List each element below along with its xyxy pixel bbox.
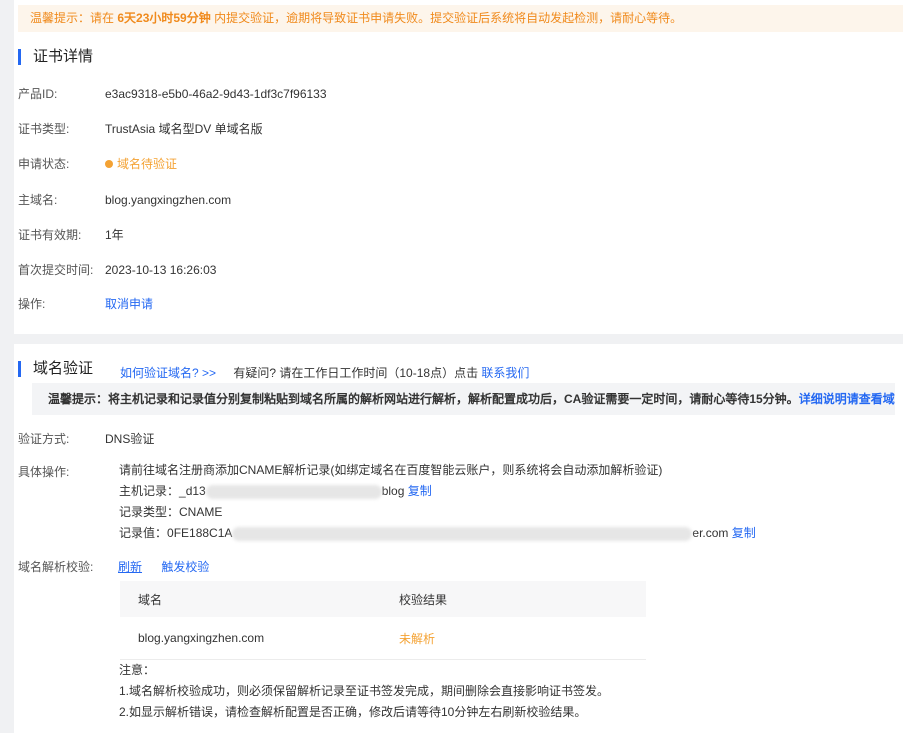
redacted-blur	[205, 484, 382, 499]
warning-banner: 温馨提示：请在 6天23小时59分钟 内提交验证，逾期将导致证书申请失败。提交验…	[18, 5, 903, 32]
record-type-line: 记录类型：CNAME	[119, 502, 756, 523]
table-header-row: 域名 校验结果	[120, 581, 646, 617]
product-id-value: e3ac9318-e5b0-46a2-9d43-1df3c7f96133	[105, 87, 327, 101]
dns-record-instructions: 请前往域名注册商添加CNAME解析记录(如绑定域名在百度智能云账户，则系统将会自…	[119, 460, 756, 544]
host-record-line: 主机记录：_d13 blog 复制	[119, 481, 756, 502]
detail-label: 申请状态:	[18, 157, 70, 171]
column-header-domain: 域名	[120, 581, 383, 617]
copy-record-value-button[interactable]: 复制	[732, 526, 756, 540]
note-item-2: 2.如显示解析错误，请检查解析配置是否正确，修改后请等待10分钟左右刷新校验结果…	[119, 705, 587, 719]
status-value: 域名待验证	[105, 156, 177, 172]
detail-label: 首次提交时间:	[18, 263, 94, 277]
detail-label: 操作:	[18, 297, 46, 311]
verification-process-link[interactable]: 详细说明请查看域名验证流程介绍>>	[799, 392, 895, 406]
ops-intro: 请前往域名注册商添加CNAME解析记录(如绑定域名在百度智能云账户，则系统将会自…	[119, 463, 663, 477]
row-domain: blog.yangxingzhen.com	[120, 617, 383, 660]
validity-value: 1年	[105, 228, 124, 242]
host-record-label: 主机记录：	[119, 484, 180, 498]
banner-prefix: 温馨提示：请在	[30, 11, 115, 25]
how-to-verify-link[interactable]: 如何验证域名? >>	[120, 366, 216, 380]
record-type-label: 记录类型：	[119, 505, 180, 519]
trigger-check-button[interactable]: 触发校验	[161, 560, 209, 574]
note-item-1: 1.域名解析校验成功，则必须保留解析记录至证书签发完成，期间删除会直接影响证书签…	[119, 684, 610, 698]
detail-label: 产品ID:	[18, 87, 58, 101]
detail-label: 主域名:	[18, 193, 58, 207]
record-value-line: 记录值：0FE188C1A er.com 复制	[119, 523, 756, 544]
row-result: 未解析	[383, 617, 646, 660]
contact-us-link[interactable]: 联系我们	[481, 366, 529, 380]
verification-header-links: 如何验证域名? >> 有疑问? 请在工作日工作时间（10-18点）点击 联系我们	[120, 365, 529, 381]
banner-suffix: 内提交验证，逾期将导致证书申请失败。提交验证后系统将自动发起检测，请耐心等待。	[214, 11, 683, 25]
host-record-suffix: blog	[381, 484, 405, 498]
refresh-button[interactable]: 刷新	[118, 560, 142, 574]
status-text: 域名待验证	[117, 157, 178, 171]
status-dot-icon	[105, 160, 113, 168]
copy-host-record-button[interactable]: 复制	[408, 484, 432, 498]
table-row: blog.yangxingzhen.com 未解析	[120, 617, 646, 660]
record-type-value: CNAME	[179, 505, 223, 519]
ops-label: 具体操作:	[18, 465, 70, 479]
record-value-label: 记录值：	[119, 526, 168, 540]
submit-time-value: 2023-10-13 16:26:03	[105, 263, 217, 277]
tip-text: 温馨提示：将主机记录和记录值分别复制粘贴到域名所属的解析网站进行解析，解析配置成…	[48, 392, 799, 406]
domain-verification-title: 域名验证	[18, 361, 93, 377]
notes: 注意： 1.域名解析校验成功，则必须保留解析记录至证书签发完成，期间删除会直接影…	[119, 660, 609, 723]
verify-method-label: 验证方式:	[18, 432, 70, 446]
dns-check-table: 域名 校验结果 blog.yangxingzhen.com 未解析	[120, 581, 646, 660]
verify-method-value: DNS验证	[105, 432, 155, 446]
detail-label: 证书类型:	[18, 122, 70, 136]
record-value-prefix: 0FE188C1A	[167, 526, 233, 540]
certificate-details-title: 证书详情	[18, 49, 93, 65]
question-text: 有疑问? 请在工作日工作时间（10-18点）点击	[233, 366, 479, 380]
dns-check-label: 域名解析校验:	[18, 560, 94, 574]
banner-countdown: 6天23小时59分钟	[117, 11, 211, 25]
note-title: 注意：	[119, 663, 156, 677]
cert-type-value: TrustAsia 域名型DV 单域名版	[105, 122, 263, 136]
detail-label: 证书有效期:	[18, 228, 82, 242]
cancel-application-link[interactable]: 取消申请	[105, 296, 153, 312]
redacted-blur	[232, 526, 693, 541]
record-value-suffix: er.com	[692, 526, 729, 540]
host-record-prefix: _d13	[179, 484, 206, 498]
dns-check-actions: 刷新 触发校验	[118, 559, 209, 575]
verification-tip: 温馨提示：将主机记录和记录值分别复制粘贴到域名所属的解析网站进行解析，解析配置成…	[32, 383, 895, 415]
main-domain-value: blog.yangxingzhen.com	[105, 193, 232, 207]
column-header-result: 校验结果	[383, 581, 646, 617]
